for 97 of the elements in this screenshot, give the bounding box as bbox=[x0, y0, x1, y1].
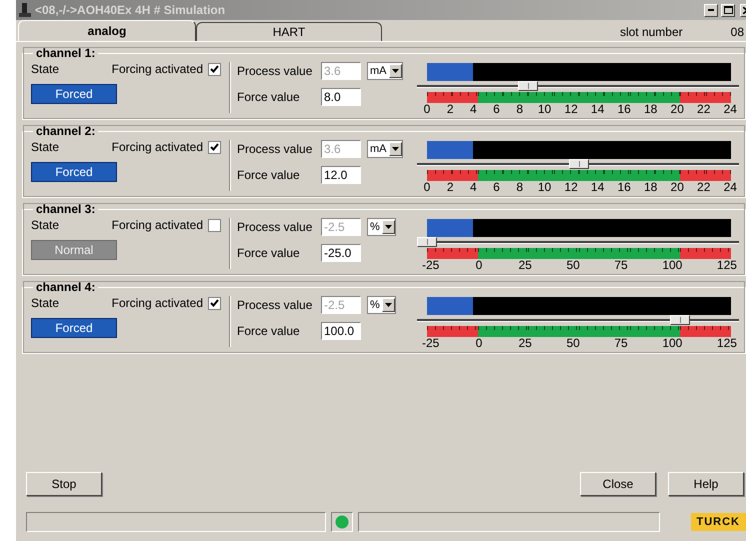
scale-label: 14 bbox=[590, 103, 604, 115]
process-value-label: Process value bbox=[237, 298, 314, 312]
force-value-field[interactable]: 12.0 bbox=[321, 166, 361, 184]
tab[interactable]: analog bbox=[18, 20, 196, 41]
forcing-checkbox[interactable] bbox=[208, 296, 221, 310]
dropdown-arrow-icon bbox=[392, 69, 398, 73]
scale-label: 6 bbox=[492, 103, 501, 115]
scale-label: 0 bbox=[422, 103, 432, 115]
slider-thumb[interactable] bbox=[670, 315, 690, 325]
scale-label: 10 bbox=[538, 181, 552, 193]
scale-label: 4 bbox=[469, 103, 478, 115]
window-title: <08,-/->AOH40Ex 4H # Simulation bbox=[35, 3, 226, 17]
state-indicator: Normal bbox=[31, 240, 117, 260]
slider-thumb[interactable] bbox=[417, 237, 437, 247]
slot-number-value: 08 bbox=[730, 24, 744, 38]
app-icon bbox=[18, 2, 32, 18]
scale-label: 2 bbox=[446, 103, 455, 115]
tab[interactable]: HART bbox=[196, 22, 382, 41]
scale-label: 16 bbox=[617, 181, 631, 193]
scale-label: 50 bbox=[566, 259, 580, 271]
maximize-icon bbox=[724, 6, 732, 14]
state-label: State bbox=[31, 296, 60, 310]
forcing-label: Forcing activated bbox=[112, 140, 203, 154]
forcing-label: Forcing activated bbox=[112, 62, 203, 76]
forcing-label: Forcing activated bbox=[112, 296, 203, 310]
channel-title: channel 4: bbox=[35, 280, 96, 294]
scale-label: 8 bbox=[515, 103, 524, 115]
maximize-button[interactable] bbox=[721, 4, 735, 16]
slot-number-label: slot number bbox=[620, 24, 683, 38]
scale-label: 18 bbox=[644, 103, 658, 115]
scale-label: 125 bbox=[716, 337, 737, 349]
state-label: State bbox=[31, 218, 60, 232]
dropdown-arrow-icon bbox=[392, 147, 398, 151]
scale-label: 25 bbox=[518, 259, 532, 271]
brand-logo: TURCK bbox=[690, 513, 746, 531]
channel-title: channel 2: bbox=[35, 124, 96, 138]
force-value-field[interactable]: -25.0 bbox=[321, 244, 361, 262]
scale-label: 22 bbox=[697, 181, 710, 193]
force-value-label: Force value bbox=[237, 90, 301, 104]
scale-label: 8 bbox=[515, 181, 524, 193]
scale-label: 24 bbox=[724, 103, 737, 115]
scale-label: 12 bbox=[564, 103, 578, 115]
help-button[interactable]: Help bbox=[668, 472, 744, 496]
scale-label: 2 bbox=[446, 181, 455, 193]
scale-label: 20 bbox=[670, 103, 684, 115]
state-indicator: Forced bbox=[31, 84, 117, 104]
scale-label: -25 bbox=[422, 337, 440, 349]
scale-label: 125 bbox=[716, 259, 737, 271]
scale-label: 50 bbox=[566, 337, 580, 349]
checkmark-icon bbox=[210, 142, 219, 152]
minimize-button[interactable] bbox=[704, 4, 718, 16]
close-button[interactable]: Close bbox=[580, 472, 656, 496]
forcing-checkbox[interactable] bbox=[208, 140, 221, 154]
scale-label: 100 bbox=[662, 337, 682, 349]
scale-label: 0 bbox=[474, 337, 484, 349]
force-value-label: Force value bbox=[237, 324, 301, 338]
checkmark-icon bbox=[210, 298, 219, 308]
scale-label: -25 bbox=[422, 259, 440, 271]
scale-label: 75 bbox=[614, 259, 628, 271]
channel-title: channel 1: bbox=[35, 46, 96, 60]
dropdown-arrow-icon bbox=[384, 225, 392, 229]
forcing-label: Forcing activated bbox=[112, 218, 203, 232]
state-indicator: Forced bbox=[31, 162, 117, 182]
scale-label: 14 bbox=[590, 181, 604, 193]
force-value-label: Force value bbox=[237, 246, 301, 260]
scale-label: 12 bbox=[564, 181, 578, 193]
channel-title: channel 3: bbox=[35, 202, 96, 216]
force-value-field[interactable]: 8.0 bbox=[321, 88, 361, 106]
force-value-label: Force value bbox=[237, 168, 301, 182]
process-value-label: Process value bbox=[237, 220, 314, 234]
scale-label: 20 bbox=[670, 181, 684, 193]
checkmark-icon bbox=[210, 64, 219, 74]
dropdown-arrow-icon bbox=[384, 303, 392, 307]
scale-label: 6 bbox=[492, 181, 501, 193]
scale-label: 0 bbox=[474, 259, 484, 271]
scale-label: 100 bbox=[662, 259, 682, 271]
process-value-label: Process value bbox=[237, 64, 314, 78]
scale-label: 22 bbox=[697, 103, 710, 115]
scale-label: 75 bbox=[614, 337, 628, 349]
scale-label: 24 bbox=[724, 181, 737, 193]
stop-button[interactable]: Stop bbox=[26, 472, 102, 496]
scale-label: 16 bbox=[617, 103, 631, 115]
state-label: State bbox=[31, 62, 60, 76]
scale-label: 25 bbox=[518, 337, 532, 349]
forcing-checkbox[interactable] bbox=[208, 62, 221, 76]
scale-label: 0 bbox=[422, 181, 432, 193]
process-value-label: Process value bbox=[237, 142, 314, 156]
scale-label: 4 bbox=[469, 181, 478, 193]
slider-thumb[interactable] bbox=[569, 159, 589, 169]
scale-label: 18 bbox=[644, 181, 658, 193]
scale-label: 10 bbox=[538, 103, 552, 115]
force-value-field[interactable]: 100.0 bbox=[321, 322, 361, 340]
slider-thumb[interactable] bbox=[518, 81, 538, 91]
state-indicator: Forced bbox=[31, 318, 117, 338]
minimize-icon bbox=[708, 9, 714, 11]
forcing-checkbox[interactable] bbox=[208, 218, 221, 232]
state-label: State bbox=[31, 140, 60, 154]
